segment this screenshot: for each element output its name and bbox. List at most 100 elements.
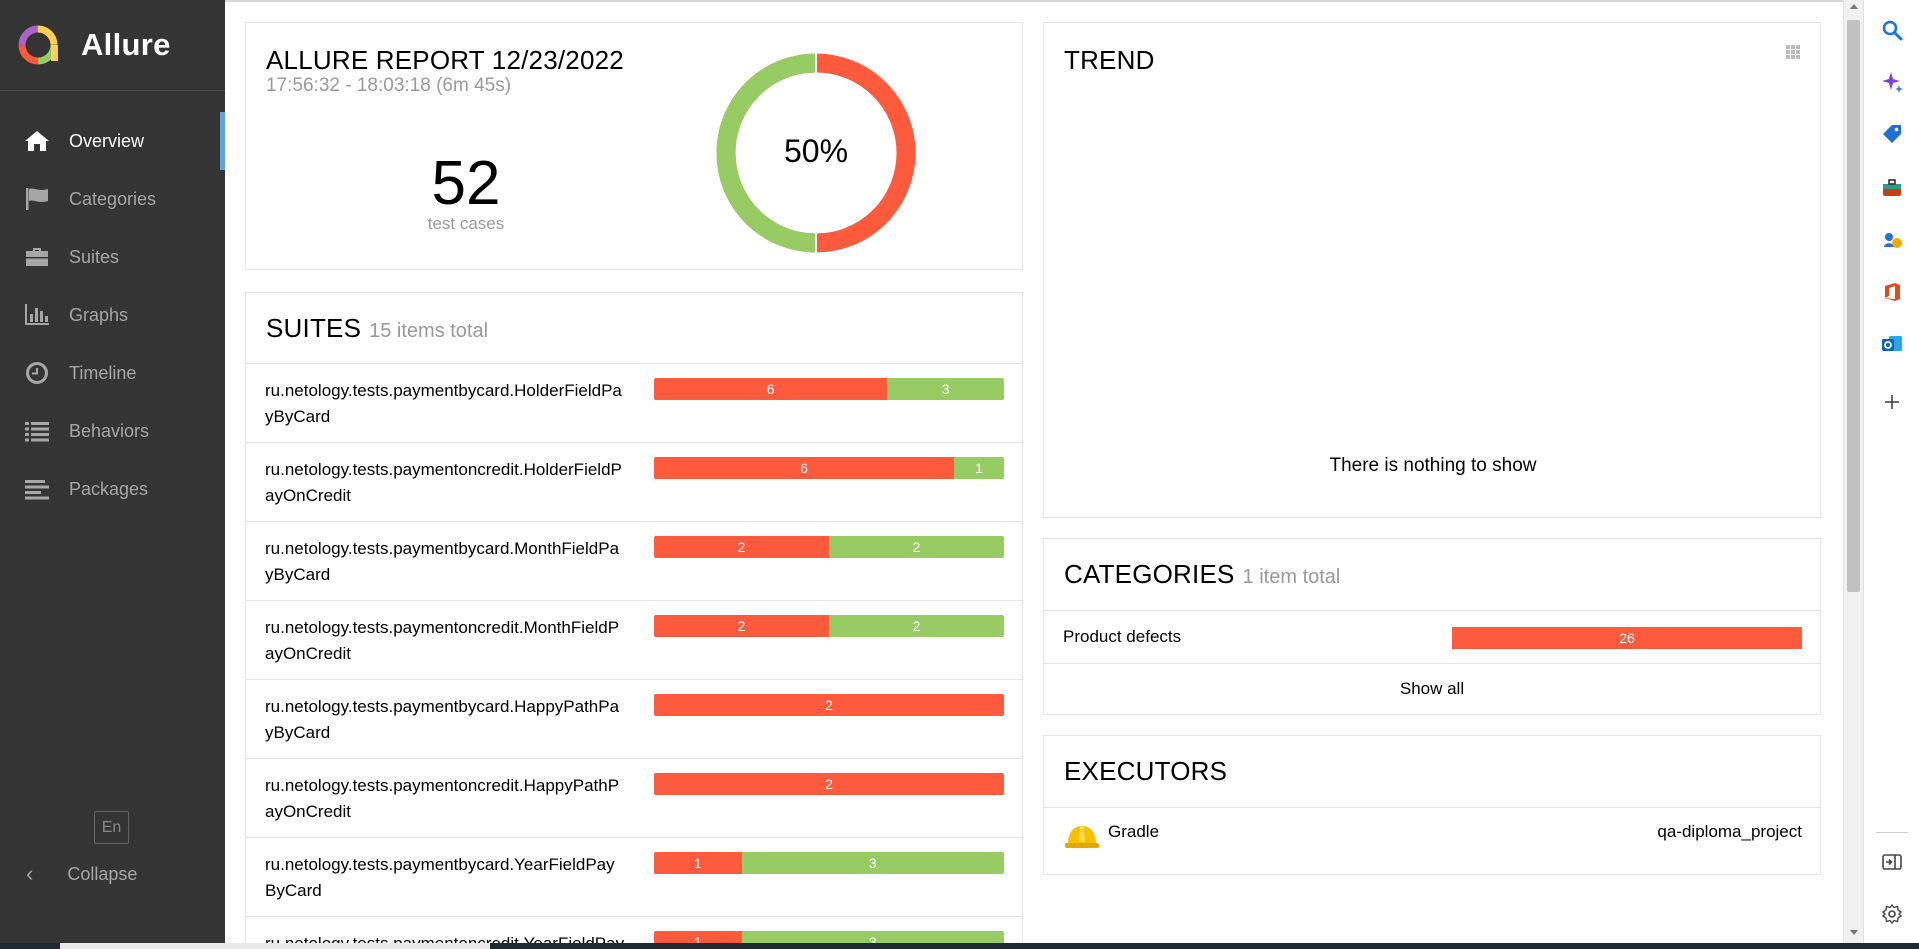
show-all-categories-link[interactable]: Show all	[1044, 664, 1820, 714]
suite-status-bar[interactable]: 13	[654, 852, 1004, 874]
failed-segment[interactable]: 2	[654, 694, 1004, 716]
sidebar-item-behaviors[interactable]: Behaviors	[0, 402, 225, 460]
flag-icon	[23, 186, 51, 212]
search-icon[interactable]	[1880, 18, 1904, 42]
executor-project[interactable]: qa-diploma_project	[1657, 822, 1802, 842]
suite-name: ru.netology.tests.paymentoncredit.Holder…	[265, 460, 622, 505]
passed-segment[interactable]: 2	[829, 536, 1004, 558]
sidebar-item-packages[interactable]: Packages	[0, 460, 225, 518]
categories-header: CATEGORIES 1 item total	[1044, 539, 1820, 611]
executor-name[interactable]: Gradle	[1108, 822, 1159, 842]
language-button[interactable]: En	[94, 811, 129, 844]
suite-status-bar[interactable]: 2	[654, 773, 1004, 795]
category-bar[interactable]: 26	[1452, 627, 1802, 649]
add-icon[interactable]	[1880, 390, 1904, 414]
suites-count: 15 items total	[369, 320, 489, 342]
passed-segment[interactable]: 1	[954, 457, 1004, 479]
sidebar-item-suites[interactable]: Suites	[0, 228, 225, 286]
suite-row[interactable]: ru.netology.tests.paymentbycard.HolderFi…	[246, 364, 1022, 443]
games-icon[interactable]	[1880, 228, 1904, 252]
failed-segment[interactable]: 1	[654, 852, 742, 874]
sidebar-divider	[1876, 832, 1908, 833]
suite-name: ru.netology.tests.paymentbycard.HappyPat…	[265, 697, 620, 742]
suite-status-bar[interactable]: 22	[654, 615, 1004, 637]
sidebar-item-label: Behaviors	[69, 420, 150, 441]
suites-widget: SUITES 15 items total ru.netology.tests.…	[245, 292, 1023, 949]
app-root: Allure Overview Categories Suites Graphs…	[0, 0, 1919, 949]
suite-status-bar[interactable]: 22	[654, 536, 1004, 558]
hide-sidebar-icon[interactable]	[1880, 850, 1904, 874]
shopping-tag-icon[interactable]	[1880, 122, 1904, 146]
suite-name: ru.netology.tests.paymentoncredit.HappyP…	[265, 776, 620, 821]
briefcase-icon	[23, 244, 51, 270]
report-title: ALLURE REPORT 12/23/2022	[266, 45, 624, 75]
scrollbar-thumb[interactable]	[1847, 20, 1860, 592]
suite-row[interactable]: ru.netology.tests.paymentbycard.YearFiel…	[246, 838, 1022, 917]
suites-list: ru.netology.tests.paymentbycard.HolderFi…	[246, 364, 1022, 949]
category-name: Product defects	[1063, 627, 1182, 646]
sidebar-item-label: Packages	[69, 478, 149, 499]
category-row[interactable]: Product defects 26	[1044, 611, 1820, 664]
home-icon	[23, 128, 51, 154]
collapse-button[interactable]: ‹ Collapse	[26, 861, 138, 886]
taskbar-strip	[0, 943, 1919, 949]
suite-row[interactable]: ru.netology.tests.paymentbycard.HappyPat…	[246, 680, 1022, 759]
failed-segment[interactable]: 6	[654, 378, 888, 400]
sidebar-item-graphs[interactable]: Graphs	[0, 286, 225, 344]
drag-handle-icon[interactable]	[1786, 45, 1800, 59]
failed-segment[interactable]: 6	[654, 457, 954, 479]
page-scrollbar[interactable]	[1843, 0, 1863, 949]
failed-segment[interactable]: 2	[654, 615, 829, 637]
scroll-down-arrow-icon[interactable]	[1850, 930, 1858, 935]
clock-icon	[23, 360, 51, 386]
test-case-count: 52	[431, 149, 501, 218]
pass-percentage: 50%	[783, 133, 849, 169]
sidebar-item-label: Graphs	[69, 304, 129, 325]
trend-title: TREND	[1064, 45, 1155, 75]
tools-icon[interactable]	[1880, 176, 1904, 200]
allure-logo-icon	[18, 25, 58, 65]
suite-status-bar[interactable]: 2	[654, 694, 1004, 716]
failed-segment[interactable]: 2	[654, 773, 1004, 795]
report-time-range: 17:56:32 - 18:03:18 (6m 45s)	[266, 75, 512, 96]
categories-count: 1 item total	[1242, 566, 1341, 588]
sidebar-item-categories[interactable]: Categories	[0, 170, 225, 228]
suites-title: SUITES	[266, 313, 362, 343]
brand-name: Allure	[81, 27, 171, 62]
categories-title: CATEGORIES	[1064, 559, 1235, 589]
passed-segment[interactable]: 3	[741, 852, 1004, 874]
suite-row[interactable]: ru.netology.tests.paymentoncredit.MonthF…	[246, 601, 1022, 680]
copilot-icon[interactable]	[1880, 70, 1904, 94]
settings-icon[interactable]	[1880, 902, 1904, 926]
executor-row[interactable]: Gradle qa-diploma_project	[1044, 808, 1820, 874]
executors-title: EXECUTORS	[1064, 756, 1228, 786]
taskbar-strip-highlight	[60, 943, 490, 949]
passed-segment[interactable]: 2	[829, 615, 1004, 637]
categories-widget: CATEGORIES 1 item total Product defects …	[1043, 538, 1821, 715]
suite-row[interactable]: ru.netology.tests.paymentoncredit.Holder…	[246, 443, 1022, 522]
passed-segment[interactable]: 3	[887, 378, 1004, 400]
trend-widget: TREND There is nothing to show	[1043, 22, 1821, 518]
hard-hat-icon	[1065, 826, 1099, 848]
sidebar-item-label: Categories	[69, 188, 157, 209]
failed-segment[interactable]: 2	[654, 536, 829, 558]
sidebar-item-label: Timeline	[69, 362, 137, 383]
outlook-icon[interactable]	[1880, 332, 1904, 356]
suite-status-bar[interactable]: 63	[654, 378, 1004, 400]
suite-row[interactable]: ru.netology.tests.paymentoncredit.HappyP…	[246, 759, 1022, 838]
suite-row[interactable]: ru.netology.tests.paymentbycard.MonthFie…	[246, 522, 1022, 601]
scroll-up-arrow-icon[interactable]	[1850, 4, 1858, 9]
sidebar: Allure Overview Categories Suites Graphs…	[0, 0, 225, 949]
sidebar-item-label: Suites	[69, 246, 120, 267]
office-icon[interactable]	[1880, 280, 1904, 304]
suite-status-bar[interactable]: 61	[654, 457, 1004, 479]
chevron-left-icon: ‹	[26, 861, 34, 886]
logo[interactable]: Allure	[0, 0, 225, 91]
bar-chart-icon	[23, 302, 51, 328]
sidebar-item-timeline[interactable]: Timeline	[0, 344, 225, 402]
sidebar-item-overview[interactable]: Overview	[0, 112, 225, 170]
collapse-label: Collapse	[67, 863, 138, 884]
align-left-icon	[23, 476, 51, 502]
executors-header: EXECUTORS	[1044, 736, 1820, 808]
suites-header: SUITES 15 items total	[246, 293, 1022, 364]
